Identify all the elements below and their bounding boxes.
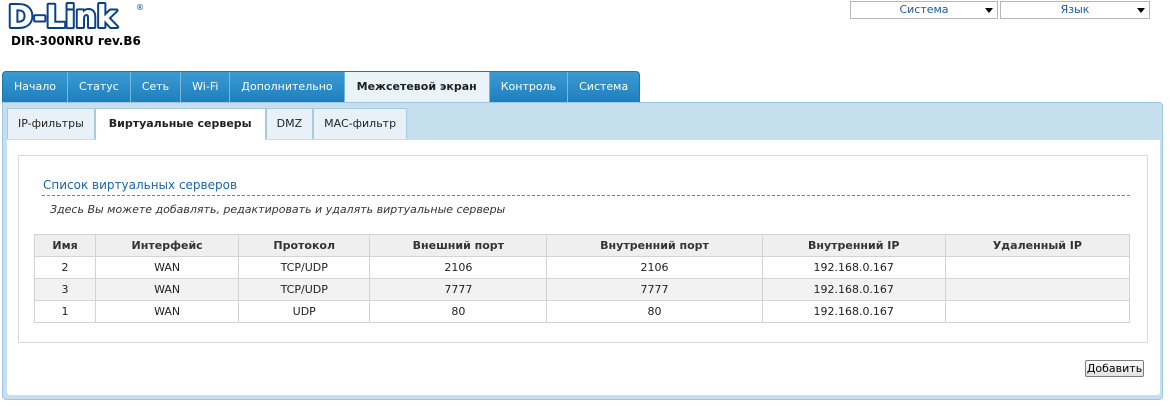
subtab-ip-filters[interactable]: IP-фильтры — [7, 108, 95, 139]
table-row[interactable]: 2 WAN TCP/UDP 2106 2106 192.168.0.167 — [33, 256, 1131, 279]
tab-firewall[interactable]: Межсетевой экран — [344, 72, 490, 102]
cell-protocol: TCP/UDP — [238, 278, 371, 301]
cell-internal-ip: 192.168.0.167 — [761, 300, 946, 323]
col-internal-port[interactable]: Внутренний порт — [546, 234, 763, 257]
cell-name: 3 — [33, 278, 97, 301]
col-remote-ip[interactable]: Удаленный IP — [944, 234, 1131, 257]
section-divider — [42, 195, 1130, 196]
chevron-down-icon — [985, 8, 993, 13]
chevron-down-icon — [1137, 8, 1145, 13]
cell-name: 1 — [33, 300, 97, 323]
cell-interface: WAN — [95, 300, 240, 323]
tab-home[interactable]: Начало — [3, 72, 69, 102]
device-model: DIR-300NRU rev.B6 — [11, 34, 141, 48]
col-interface[interactable]: Интерфейс — [95, 234, 240, 257]
section-description: Здесь Вы можете добавлять, редактировать… — [50, 203, 506, 216]
d-link-logo: D-Link D-Link ® — [8, 0, 148, 34]
subtab-mac-filter[interactable]: MAC-фильтр — [313, 108, 408, 139]
cell-protocol: TCP/UDP — [238, 256, 371, 279]
language-select-label: Язык — [1060, 3, 1090, 16]
cell-external-port: 2106 — [369, 256, 548, 279]
add-button[interactable]: Добавить — [1085, 360, 1144, 377]
table-header-row: Имя Интерфейс Протокол Внешний порт Внут… — [33, 234, 1131, 257]
system-menu-select[interactable]: Система — [850, 1, 998, 19]
col-name[interactable]: Имя — [33, 234, 97, 257]
col-protocol[interactable]: Протокол — [238, 234, 371, 257]
svg-text:D-Link: D-Link — [8, 0, 118, 34]
content-panel: IP-фильтры Виртуальные серверы DMZ MAC-ф… — [2, 102, 1163, 400]
col-external-port[interactable]: Внешний порт — [369, 234, 548, 257]
cell-interface: WAN — [95, 256, 240, 279]
subtab-virtual-servers[interactable]: Виртуальные серверы — [94, 108, 266, 141]
content-area: Список виртуальных серверов Здесь Вы мож… — [7, 140, 1160, 395]
tab-status[interactable]: Статус — [68, 72, 131, 102]
cell-internal-port: 80 — [546, 300, 763, 323]
cell-interface: WAN — [95, 278, 240, 301]
cell-external-port: 7777 — [369, 278, 548, 301]
tab-system[interactable]: Система — [568, 72, 640, 102]
language-select[interactable]: Язык — [1000, 1, 1150, 19]
system-select-label: Система — [899, 3, 949, 16]
cell-remote-ip — [944, 278, 1131, 301]
section-title: Список виртуальных серверов — [43, 178, 238, 192]
svg-text:®: ® — [136, 3, 144, 12]
cell-internal-port: 2106 — [546, 256, 763, 279]
tab-wifi[interactable]: Wi-Fi — [181, 72, 231, 102]
cell-internal-ip: 192.168.0.167 — [761, 278, 946, 301]
tab-advanced[interactable]: Дополнительно — [230, 72, 345, 102]
virtual-servers-box: Список виртуальных серверов Здесь Вы мож… — [18, 155, 1148, 343]
table-row[interactable]: 1 WAN UDP 80 80 192.168.0.167 — [33, 300, 1131, 323]
cell-internal-ip: 192.168.0.167 — [761, 256, 946, 279]
virtual-servers-table: Имя Интерфейс Протокол Внешний порт Внут… — [33, 234, 1131, 323]
sub-navigation: IP-фильтры Виртуальные серверы DMZ MAC-ф… — [7, 108, 408, 141]
col-internal-ip[interactable]: Внутренний IP — [761, 234, 946, 257]
table-row[interactable]: 3 WAN TCP/UDP 7777 7777 192.168.0.167 — [33, 278, 1131, 301]
cell-name: 2 — [33, 256, 97, 279]
tab-control[interactable]: Контроль — [489, 72, 569, 102]
subtab-dmz[interactable]: DMZ — [265, 108, 314, 139]
cell-remote-ip — [944, 300, 1131, 323]
main-navigation: Начало Статус Сеть Wi-Fi Дополнительно М… — [2, 71, 641, 102]
cell-external-port: 80 — [369, 300, 548, 323]
cell-remote-ip — [944, 256, 1131, 279]
cell-internal-port: 7777 — [546, 278, 763, 301]
tab-network[interactable]: Сеть — [130, 72, 182, 102]
cell-protocol: UDP — [238, 300, 371, 323]
